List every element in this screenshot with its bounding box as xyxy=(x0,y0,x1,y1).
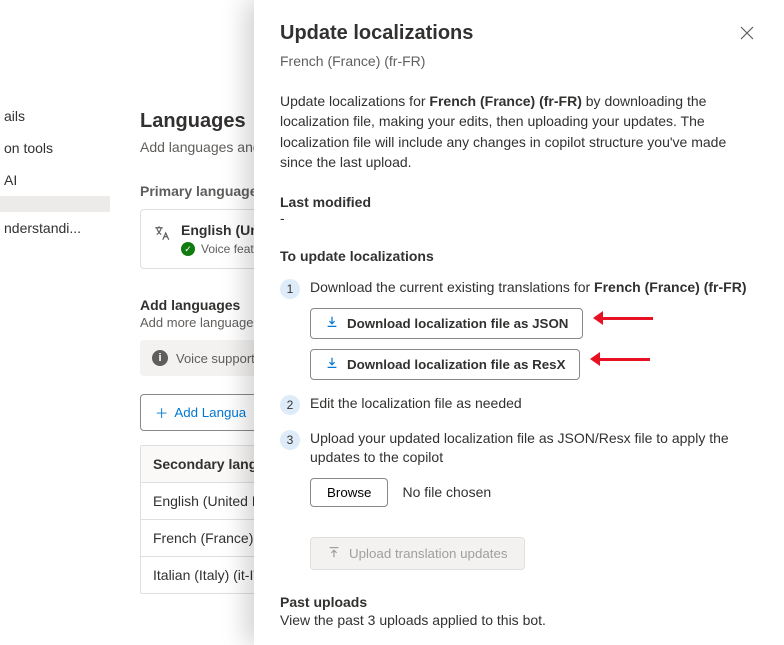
download-icon xyxy=(325,356,339,373)
upload-button: Upload translation updates xyxy=(310,537,525,570)
panel-subtitle: French (France) (fr-FR) xyxy=(280,53,758,69)
sidebar-item[interactable]: on tools xyxy=(0,132,110,164)
last-modified-value: - xyxy=(280,210,758,226)
update-localizations-panel: Update localizations French (France) (fr… xyxy=(254,0,784,645)
step-2-text: Edit the localization file as needed xyxy=(310,394,758,414)
download-json-label: Download localization file as JSON xyxy=(347,316,568,331)
past-uploads-title: Past uploads xyxy=(280,594,758,610)
sidebar-item-selected[interactable] xyxy=(0,196,110,212)
add-language-button[interactable]: ＋ Add Langua xyxy=(140,394,261,431)
sidebar-item[interactable]: AI xyxy=(0,164,110,196)
panel-title: Update localizations xyxy=(280,22,473,45)
no-file-label: No file chosen xyxy=(402,483,491,503)
annotation-arrow xyxy=(593,313,653,323)
past-uploads-subtitle: View the past 3 uploads applied to this … xyxy=(280,612,758,628)
download-resx-label: Download localization file as ResX xyxy=(347,357,565,372)
plus-icon: ＋ xyxy=(155,403,168,422)
download-resx-button[interactable]: Download localization file as ResX xyxy=(310,349,580,380)
translate-icon xyxy=(153,222,171,247)
voice-feature-label: Voice feat xyxy=(201,242,254,256)
sidebar-nav: ails on tools AI nderstandi... xyxy=(0,0,120,645)
upload-button-label: Upload translation updates xyxy=(349,546,508,561)
steps-title: To update localizations xyxy=(280,248,758,264)
download-json-button[interactable]: Download localization file as JSON xyxy=(310,308,583,339)
sidebar-item[interactable]: nderstandi... xyxy=(0,212,110,244)
upload-icon xyxy=(327,545,341,562)
info-icon: i xyxy=(152,350,168,366)
step-number-badge: 2 xyxy=(280,395,300,415)
annotation-arrow xyxy=(590,354,650,364)
browse-button[interactable]: Browse xyxy=(310,478,388,507)
step-3: 3 Upload your updated localization file … xyxy=(280,429,758,507)
check-icon: ✓ xyxy=(181,242,195,256)
download-icon xyxy=(325,315,339,332)
step-2: 2 Edit the localization file as needed xyxy=(280,394,758,415)
last-modified-label: Last modified xyxy=(280,194,758,210)
step-number-badge: 1 xyxy=(280,279,300,299)
step-1-text: Download the current existing translatio… xyxy=(310,278,758,298)
step-1: 1 Download the current existing translat… xyxy=(280,278,758,380)
sidebar-item[interactable]: ails xyxy=(0,100,110,132)
panel-intro: Update localizations for French (France)… xyxy=(280,91,758,172)
step-number-badge: 3 xyxy=(280,430,300,450)
add-language-label: Add Langua xyxy=(174,405,246,420)
close-button[interactable] xyxy=(736,22,758,49)
close-icon xyxy=(740,26,754,40)
step-3-text: Upload your updated localization file as… xyxy=(310,429,758,468)
